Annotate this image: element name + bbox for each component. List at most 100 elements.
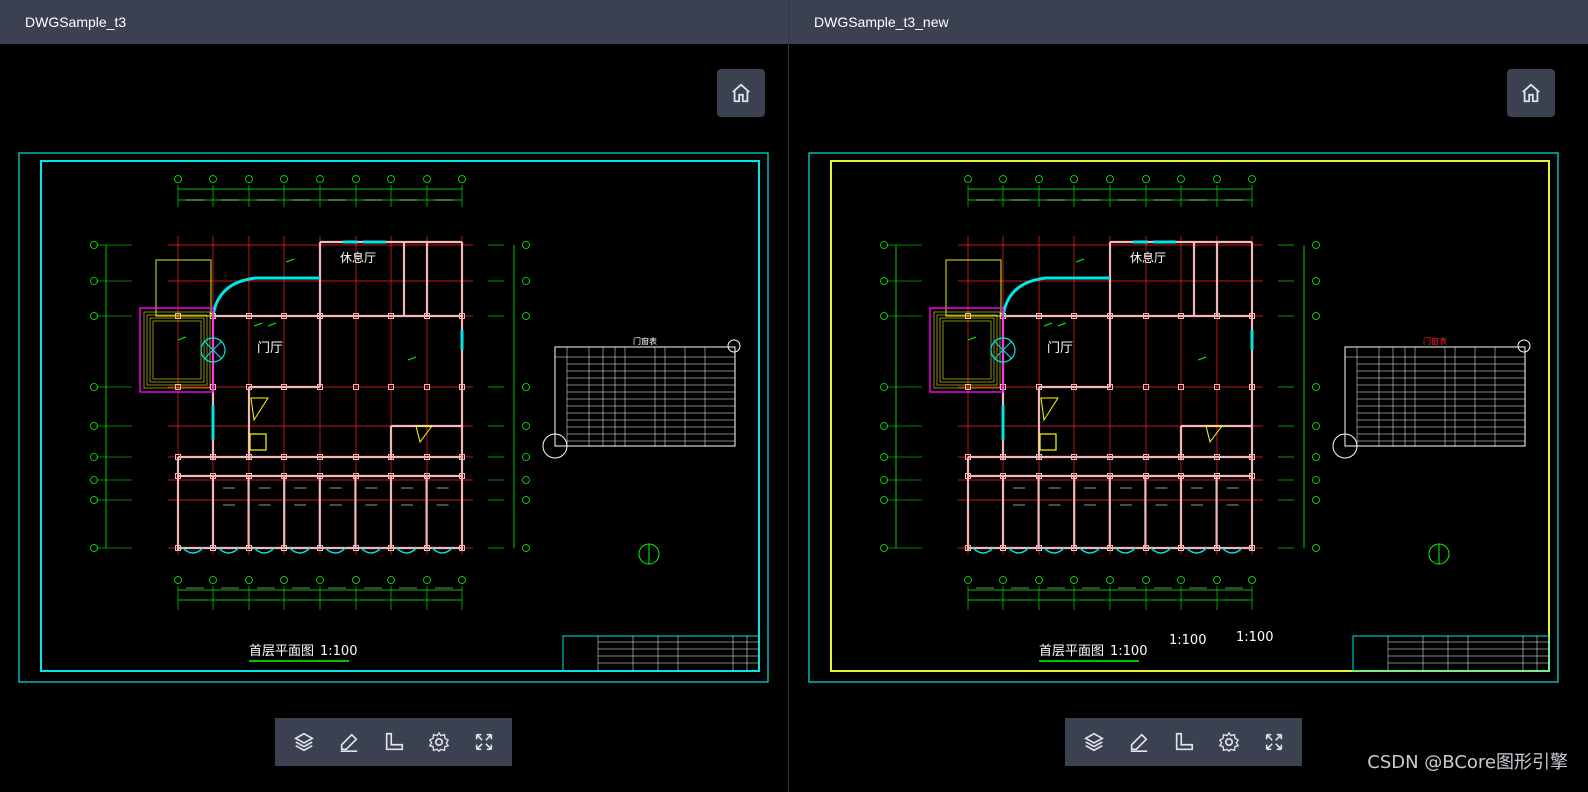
- axis-bubble: [1312, 422, 1320, 430]
- axis-bubble: [522, 312, 530, 320]
- axis-bubble: [245, 175, 253, 183]
- ruler-icon: [1175, 732, 1193, 751]
- home-button-right[interactable]: [1507, 69, 1555, 117]
- room-tag: [267, 322, 277, 327]
- stair: [415, 425, 433, 444]
- room-tag: [407, 356, 417, 361]
- axis-bubble: [1312, 383, 1320, 391]
- toolbar-right: [1065, 718, 1302, 766]
- stair: [1205, 425, 1223, 444]
- plan-title: 首层平面图: [249, 644, 314, 659]
- axis-bubble: [1312, 476, 1320, 484]
- settings-icon: [1218, 731, 1239, 753]
- settings-button[interactable]: [1211, 724, 1247, 760]
- axis-bubble: [1142, 175, 1150, 183]
- viewer-pane-left: DWGSample_t3 休息厅 门厅 门窗表 首层平面图 1:100: [0, 0, 788, 792]
- viewer-pane-right: DWGSample_t3_new 休息厅 门厅 门窗表 首层平面图 1:100 1:100…: [789, 0, 1588, 792]
- axis-bubble: [522, 476, 530, 484]
- axis-bubble: [280, 576, 288, 584]
- axis-bubble: [1312, 241, 1320, 249]
- sheet-inner-frame: [40, 160, 760, 672]
- home-button-left[interactable]: [717, 69, 765, 117]
- layers-button[interactable]: [1076, 724, 1112, 760]
- room-label-lounge: 休息厅: [340, 250, 376, 265]
- layers-button[interactable]: [286, 724, 322, 760]
- step-line: [152, 320, 202, 380]
- axis-bubble: [522, 496, 530, 504]
- layers-icon: [1083, 732, 1104, 752]
- fullscreen-button[interactable]: [1256, 724, 1292, 760]
- step-line: [933, 311, 1001, 389]
- home-icon: [732, 83, 750, 103]
- sheet-outer-frame: [18, 152, 769, 683]
- axis-bubble: [245, 576, 253, 584]
- axis-bubble: [1106, 576, 1114, 584]
- room-tag: [177, 336, 187, 341]
- room-tag: [967, 336, 977, 341]
- axis-bubble: [999, 576, 1007, 584]
- axis-bubble: [316, 175, 324, 183]
- axis-bubble: [999, 175, 1007, 183]
- entrance-steps: [139, 307, 214, 393]
- step-line: [939, 317, 995, 383]
- axis-bubble: [209, 576, 217, 584]
- ruler-icon: [385, 732, 403, 751]
- room-label-lobby: 门厅: [1047, 341, 1073, 356]
- room-tag: [1197, 356, 1207, 361]
- sheet-outer-frame: [808, 152, 1559, 683]
- axis-bubble: [1035, 175, 1043, 183]
- axis-bubble: [352, 576, 360, 584]
- cad-drawing-right[interactable]: 休息厅门厅 门窗表首层平面图 1:100 1:100 1:100: [808, 150, 1560, 686]
- room-label-lounge: 休息厅: [1130, 250, 1166, 265]
- step-line: [936, 314, 998, 386]
- room-label-lobby: 门厅: [257, 341, 283, 356]
- fullscreen-button[interactable]: [466, 724, 502, 760]
- axis-bubble: [1312, 312, 1320, 320]
- axis-bubble: [352, 175, 360, 183]
- room-tag: [1075, 258, 1085, 263]
- axis-bubble: [522, 241, 530, 249]
- markup-button[interactable]: [1121, 724, 1157, 760]
- axis-bubble: [1312, 453, 1320, 461]
- axis-bubble: [1213, 175, 1221, 183]
- plan-title: 首层平面图: [1039, 644, 1104, 659]
- measure-button[interactable]: [376, 724, 412, 760]
- watermark: CSDN @BCore图形引擎: [1367, 752, 1568, 773]
- axis-bubble: [522, 422, 530, 430]
- settings-icon: [428, 731, 449, 753]
- room-tag: [285, 258, 295, 263]
- toolbar-left: [275, 718, 512, 766]
- axis-bubble: [1213, 576, 1221, 584]
- extra-scale-label: 1:100: [1169, 633, 1206, 648]
- home-icon: [1522, 83, 1540, 103]
- settings-button[interactable]: [421, 724, 457, 760]
- axis-bubble: [423, 175, 431, 183]
- stair: [250, 397, 269, 422]
- axis-bubble: [387, 576, 395, 584]
- viewer-title-left: DWGSample_t3: [0, 0, 788, 44]
- measure-button[interactable]: [1166, 724, 1202, 760]
- step-line: [146, 314, 208, 386]
- plan-scale: 1:100: [1110, 644, 1147, 659]
- room-tag: [1043, 322, 1053, 327]
- markup-button[interactable]: [331, 724, 367, 760]
- extra-scale-label: 1:100: [1236, 630, 1273, 645]
- door-window-table-title: 门窗表: [633, 336, 657, 346]
- axis-bubble: [209, 175, 217, 183]
- fullscreen-icon: [1265, 733, 1282, 751]
- axis-bubble: [964, 576, 972, 584]
- axis-bubble: [1248, 576, 1256, 584]
- cad-drawing-left[interactable]: 休息厅门厅 门窗表首层平面图 1:100: [18, 150, 770, 686]
- step-line: [942, 320, 992, 380]
- axis-bubble: [522, 277, 530, 285]
- sheet-inner-frame: [830, 160, 1550, 672]
- layers-icon: [293, 732, 314, 752]
- pen-icon: [340, 733, 358, 752]
- axis-bubble: [1312, 277, 1320, 285]
- axis-bubble: [964, 175, 972, 183]
- curved-wall: [211, 276, 320, 317]
- elevator: [1039, 433, 1057, 451]
- axis-bubble: [458, 175, 466, 183]
- axis-bubble: [522, 383, 530, 391]
- room-tag: [253, 322, 263, 327]
